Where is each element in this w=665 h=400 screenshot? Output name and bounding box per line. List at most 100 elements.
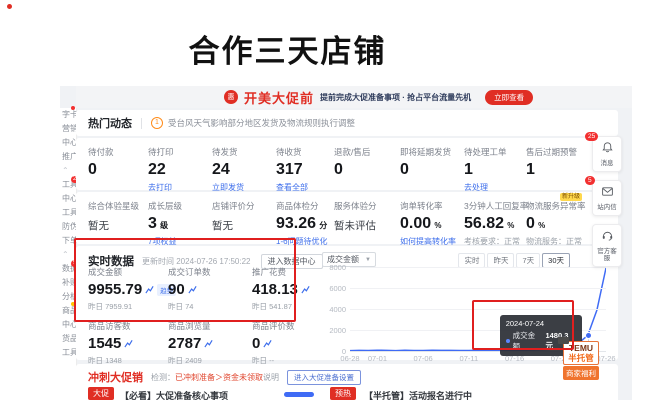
trend-chart-icon[interactable] (124, 339, 133, 348)
stat-unit: 分 (317, 221, 327, 230)
score-stat-label: 店铺评价分 (212, 200, 276, 212)
order-stats-card: 待付款0待打印22去打印待发货24立即发货待收货317查看全部退款/售后0即将延… (76, 138, 618, 190)
sidebar-item-label: ⌃ (62, 250, 69, 259)
sidebar-item[interactable]: 防伪 (60, 220, 76, 234)
sidebar-item[interactable]: 中心 (60, 318, 76, 332)
score-stat-column: 店铺评价分暂无 (212, 200, 276, 247)
trend-chart-icon[interactable] (188, 285, 197, 294)
sidebar-item[interactable]: 中心 (60, 192, 76, 206)
metric-label: 成交订单数 (168, 266, 252, 278)
order-stat-column: 待处理工单1去处理 (464, 146, 526, 193)
score-stat-value: 3 级 (148, 215, 212, 233)
sidebar-item[interactable]: 工具 (60, 346, 76, 360)
toolbar-item-label: 站内信 (597, 204, 617, 212)
promo-banner-subtitle: 提前完成大促准备事项 · 抢占平台流量先机 (320, 92, 471, 103)
news-headline-link[interactable]: 受台风天气影响部分地区发货及物流规则执行调整 (168, 117, 355, 129)
range-button-昨天[interactable]: 昨天 (487, 253, 514, 268)
score-stat-label: 成长层级 (148, 200, 212, 212)
sidebar-item[interactable]: 数据9 (60, 262, 76, 276)
order-stat-value: 0 (334, 161, 400, 179)
gridline (350, 267, 606, 268)
temu-widget[interactable]: TEMU 半托管 商家福利 (563, 341, 599, 380)
metric-value-row: 9955.79趋势 (88, 281, 168, 298)
trend-chart-icon[interactable] (301, 285, 310, 294)
sidebar-item[interactable]: 推广 (60, 150, 76, 164)
score-stat-label: 综合体验星级 (88, 200, 148, 212)
x-axis-tick: 07-11 (460, 354, 479, 363)
enter-promotion-setup-button[interactable]: 进入大促准备设置 (287, 370, 361, 385)
promo-item-link[interactable]: 【半托管】活动报名进行中 (364, 389, 472, 400)
notification-badge (71, 106, 75, 110)
promotion-prep-card: 冲刺大促销 检测：已冲刺准备＞资金未领取说明 进入大促准备设置 大促【必看】大促… (76, 364, 618, 400)
merchant-benefits-button[interactable]: 商家福利 (563, 366, 599, 380)
data-point-dot (585, 332, 592, 339)
hot-news-card: 热门动态 1 受台风天气影响部分地区发货及物流规则执行调整 (76, 110, 618, 136)
promo-item-tag: 预热 (330, 387, 356, 400)
stat-unit: % (505, 221, 514, 230)
sidebar-item[interactable]: 中心 (60, 136, 76, 150)
order-stat-label: 退款/售后 (334, 146, 400, 158)
order-stat-label: 待收货 (276, 146, 334, 158)
promo-item-link[interactable]: 【必看】大促准备核心事项 (120, 389, 228, 400)
realtime-data-card: 实时数据 更新时间 2024-07-26 17:50:22 进入数据中心 成交金… (76, 246, 618, 360)
service-icon (601, 229, 614, 247)
order-stat-label: 即将延期发货 (400, 146, 464, 158)
y-axis-tick: 4000 (320, 305, 346, 314)
notification-badge: 5 (585, 176, 595, 185)
sidebar-item[interactable]: 货品 (60, 332, 76, 346)
order-stat-label: 待打印 (148, 146, 212, 158)
metric-yesterday: 昨日 74 (168, 301, 252, 312)
range-button-实时[interactable]: 实时 (458, 253, 485, 268)
realtime-metric: 成交金额9955.79趋势昨日 7959.91 (88, 266, 168, 312)
toolbar-item-官方客服[interactable]: 官方客服 (592, 224, 622, 268)
sidebar-item[interactable]: 商品 (60, 304, 76, 318)
progress-bar (284, 392, 314, 397)
score-stat-value: 暂无 (88, 218, 148, 233)
x-axis-tick: 06-28 (340, 354, 359, 363)
toolbar-item-label: 官方客服 (597, 248, 617, 264)
score-stat-column: 服务体验分暂未评估 (334, 200, 400, 247)
score-stat-column: 成长层级3 级7项权益 (148, 200, 212, 247)
promo-banner-title: 开美大促前 (244, 88, 314, 107)
toolbar-item-站内信[interactable]: 5站内信 (592, 180, 622, 216)
range-button-30天[interactable]: 30天 (542, 253, 570, 268)
merchant-dashboard: 惠 开美大促前 提前完成大促准备事项 · 抢占平台流量先机 立即查看 字卡营销中… (60, 86, 632, 400)
score-stat-column: 商品体检分93.26 分1-6问题待优化 (276, 200, 334, 247)
order-stat-label: 待发货 (212, 146, 276, 158)
realtime-metric: 商品浏览量2787昨日 2409 (168, 320, 252, 366)
order-stat-value: 317 (276, 161, 334, 179)
gridline (350, 309, 606, 310)
score-stat-label: 服务体验分 (334, 200, 400, 212)
sidebar-item[interactable]: 工具 (60, 206, 76, 220)
realtime-metric: 成交订单数90昨日 74 (168, 266, 252, 312)
notification-badge: 25 (585, 132, 598, 141)
metric-value: 418.13 (252, 281, 298, 298)
sidebar-item[interactable]: 营销 (60, 122, 76, 136)
order-stat-column: 待发货24立即发货 (212, 146, 276, 193)
sidebar-item[interactable]: 下单 (60, 234, 76, 248)
toolbar-item-label: 消息 (601, 160, 614, 168)
hot-news-title: 热门动态 (88, 115, 132, 131)
trend-chart-icon[interactable] (204, 339, 213, 348)
score-stat-value: 暂无 (212, 218, 276, 233)
trend-chart-icon[interactable] (145, 285, 154, 294)
x-axis-tick: 07-26 (596, 354, 615, 363)
promo-banner-button[interactable]: 立即查看 (485, 90, 533, 105)
sidebar-item[interactable]: 字卡 (60, 108, 76, 122)
floating-toolbar: 25消息 5站内信官方客服 (592, 136, 622, 275)
mail-icon (601, 185, 614, 203)
score-stat-label: 询单转化率 (400, 200, 464, 212)
stat-unit: % (432, 221, 441, 230)
score-stat-value: 0.00 % (400, 215, 464, 233)
trend-chart-icon[interactable] (263, 339, 272, 348)
sidebar-item[interactable]: 工具23 (60, 178, 76, 192)
range-button-7天[interactable]: 7天 (516, 253, 540, 268)
y-axis-tick: 6000 (320, 284, 346, 293)
toolbar-item-消息[interactable]: 25消息 (592, 136, 622, 172)
metric-value: 0 (252, 335, 260, 352)
stat-unit: % (536, 221, 545, 230)
sidebar-item[interactable]: 补贴 (60, 276, 76, 290)
metric-yesterday: 昨日 7959.91 (88, 301, 168, 312)
tooltip-date: 2024-07-24 (506, 319, 576, 328)
promo-logo-icon: 惠 (224, 90, 238, 104)
